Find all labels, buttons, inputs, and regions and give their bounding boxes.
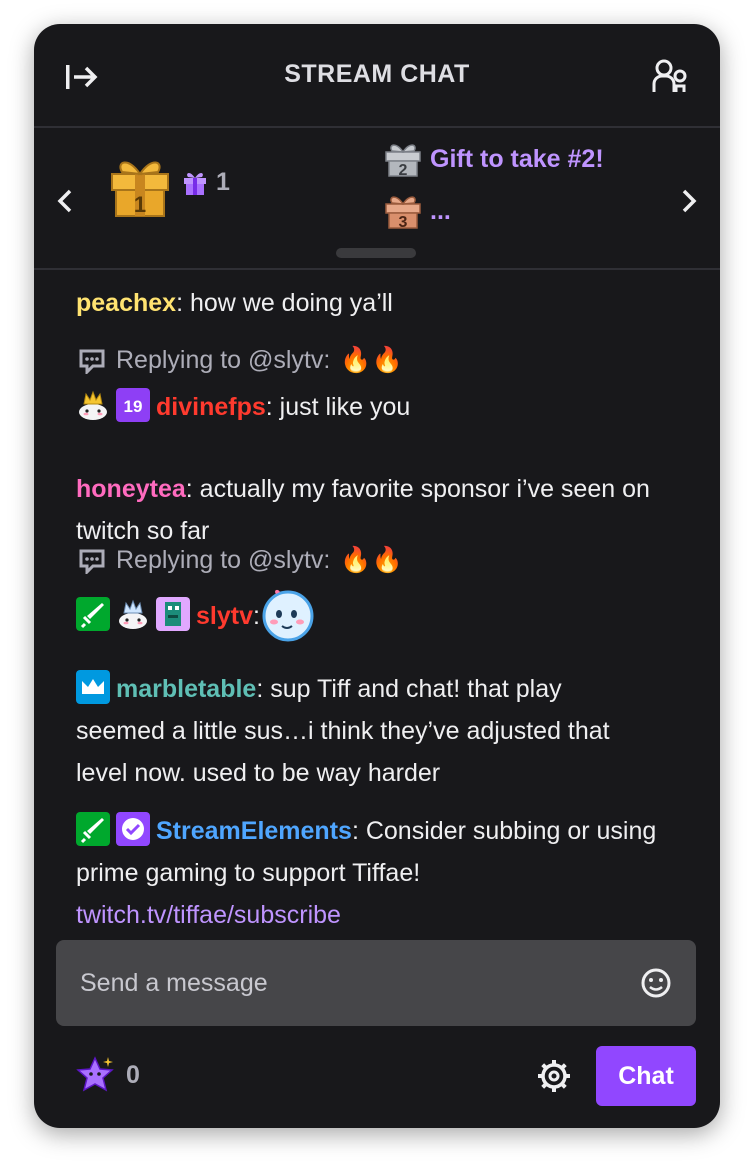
chat-message: peachex: how we doing ya’ll <box>76 289 393 317</box>
chat-input-box <box>56 940 696 1026</box>
gift-row-second: 2 Gift to take #2! <box>384 140 604 178</box>
gift-icon <box>184 172 206 195</box>
chat-username[interactable]: StreamElements <box>156 817 352 845</box>
chat-title: STREAM CHAT <box>284 60 470 88</box>
gift-count-value: 1 <box>216 168 230 196</box>
chat-message-list[interactable]: peachex: how we doing ya’ll Replying to … <box>34 272 720 936</box>
chat-message: 19 divinefps: just like you <box>76 386 656 428</box>
emote-picker-icon[interactable] <box>640 967 672 999</box>
chat-panel: STREAM CHAT 1 1 2 Gift to take #2! 3 ...… <box>34 24 720 1128</box>
sword-badge[interactable] <box>76 597 110 631</box>
prime-crown-badge[interactable] <box>76 670 110 704</box>
drag-handle[interactable] <box>336 248 416 258</box>
reply-bubble-icon <box>79 549 105 574</box>
chat-username[interactable]: peachex <box>76 289 176 317</box>
reply-context[interactable]: Replying to @slytv: 🔥🔥 <box>78 346 403 375</box>
gear-icon[interactable] <box>536 1058 572 1094</box>
verified-badge[interactable] <box>116 812 150 846</box>
blush-emote-icon[interactable] <box>260 586 316 642</box>
reply-text: Replying to @slytv: <box>116 546 331 574</box>
send-chat-button[interactable]: Chat <box>596 1046 696 1106</box>
gift-count: 1 <box>182 168 230 197</box>
chat-message: honeytea: actually my favorite sponsor i… <box>76 475 650 545</box>
chat-username[interactable]: honeytea <box>76 475 186 503</box>
chat-text: how we doing ya’ll <box>189 289 393 317</box>
gift-third-name[interactable]: ... <box>430 197 451 226</box>
chat-text: just like you <box>279 393 411 421</box>
crown-cake-badge[interactable] <box>116 597 150 631</box>
subscribe-link[interactable]: twitch.tv/tiffae/subscribe <box>76 901 341 929</box>
reply-bubble-icon <box>79 349 105 374</box>
channel-points[interactable]: 0 <box>74 1054 140 1096</box>
svg-text:19: 19 <box>124 397 143 416</box>
channel-points-value: 0 <box>126 1060 140 1089</box>
chat-message: StreamElements: Consider subbing or usin… <box>76 810 666 936</box>
nineteen-badge[interactable]: 19 <box>116 388 150 422</box>
message-input[interactable] <box>56 940 616 1026</box>
gift-first-icon: 1 <box>111 161 169 217</box>
gift-second-name[interactable]: Gift to take #2! <box>430 145 604 174</box>
reply-text: Replying to @slytv: <box>116 346 331 374</box>
chat-message: marbletable: sup Tiff and chat! that pla… <box>76 668 656 794</box>
chat-username[interactable]: marbletable <box>116 675 256 703</box>
gift-leaderboard: 1 1 2 Gift to take #2! 3 ... <box>34 128 720 270</box>
svg-text:3: 3 <box>399 214 408 230</box>
gift-second-icon: 2 <box>385 144 421 178</box>
gift-third-icon: 3 <box>385 196 421 230</box>
reply-emotes: 🔥🔥 <box>340 546 403 574</box>
svg-text:1: 1 <box>134 192 146 217</box>
sword-badge[interactable] <box>76 812 110 846</box>
community-users-icon[interactable] <box>652 58 688 94</box>
chat-username[interactable]: divinefps <box>156 393 266 421</box>
chat-header: STREAM CHAT <box>34 24 720 128</box>
reply-context[interactable]: Replying to @slytv: 🔥🔥 <box>78 546 403 575</box>
channel-points-icon <box>76 1056 114 1092</box>
svg-text:2: 2 <box>399 162 408 178</box>
reply-emotes: 🔥🔥 <box>340 346 403 374</box>
chevron-right-icon[interactable] <box>676 186 700 216</box>
crown-cake-badge[interactable] <box>76 388 110 422</box>
chevron-left-icon[interactable] <box>54 186 78 216</box>
chat-message: slytv: <box>76 586 656 642</box>
chat-username[interactable]: slytv <box>196 602 253 630</box>
gift-row-third: 3 ... <box>384 192 451 230</box>
pixel-badge[interactable] <box>156 597 190 631</box>
